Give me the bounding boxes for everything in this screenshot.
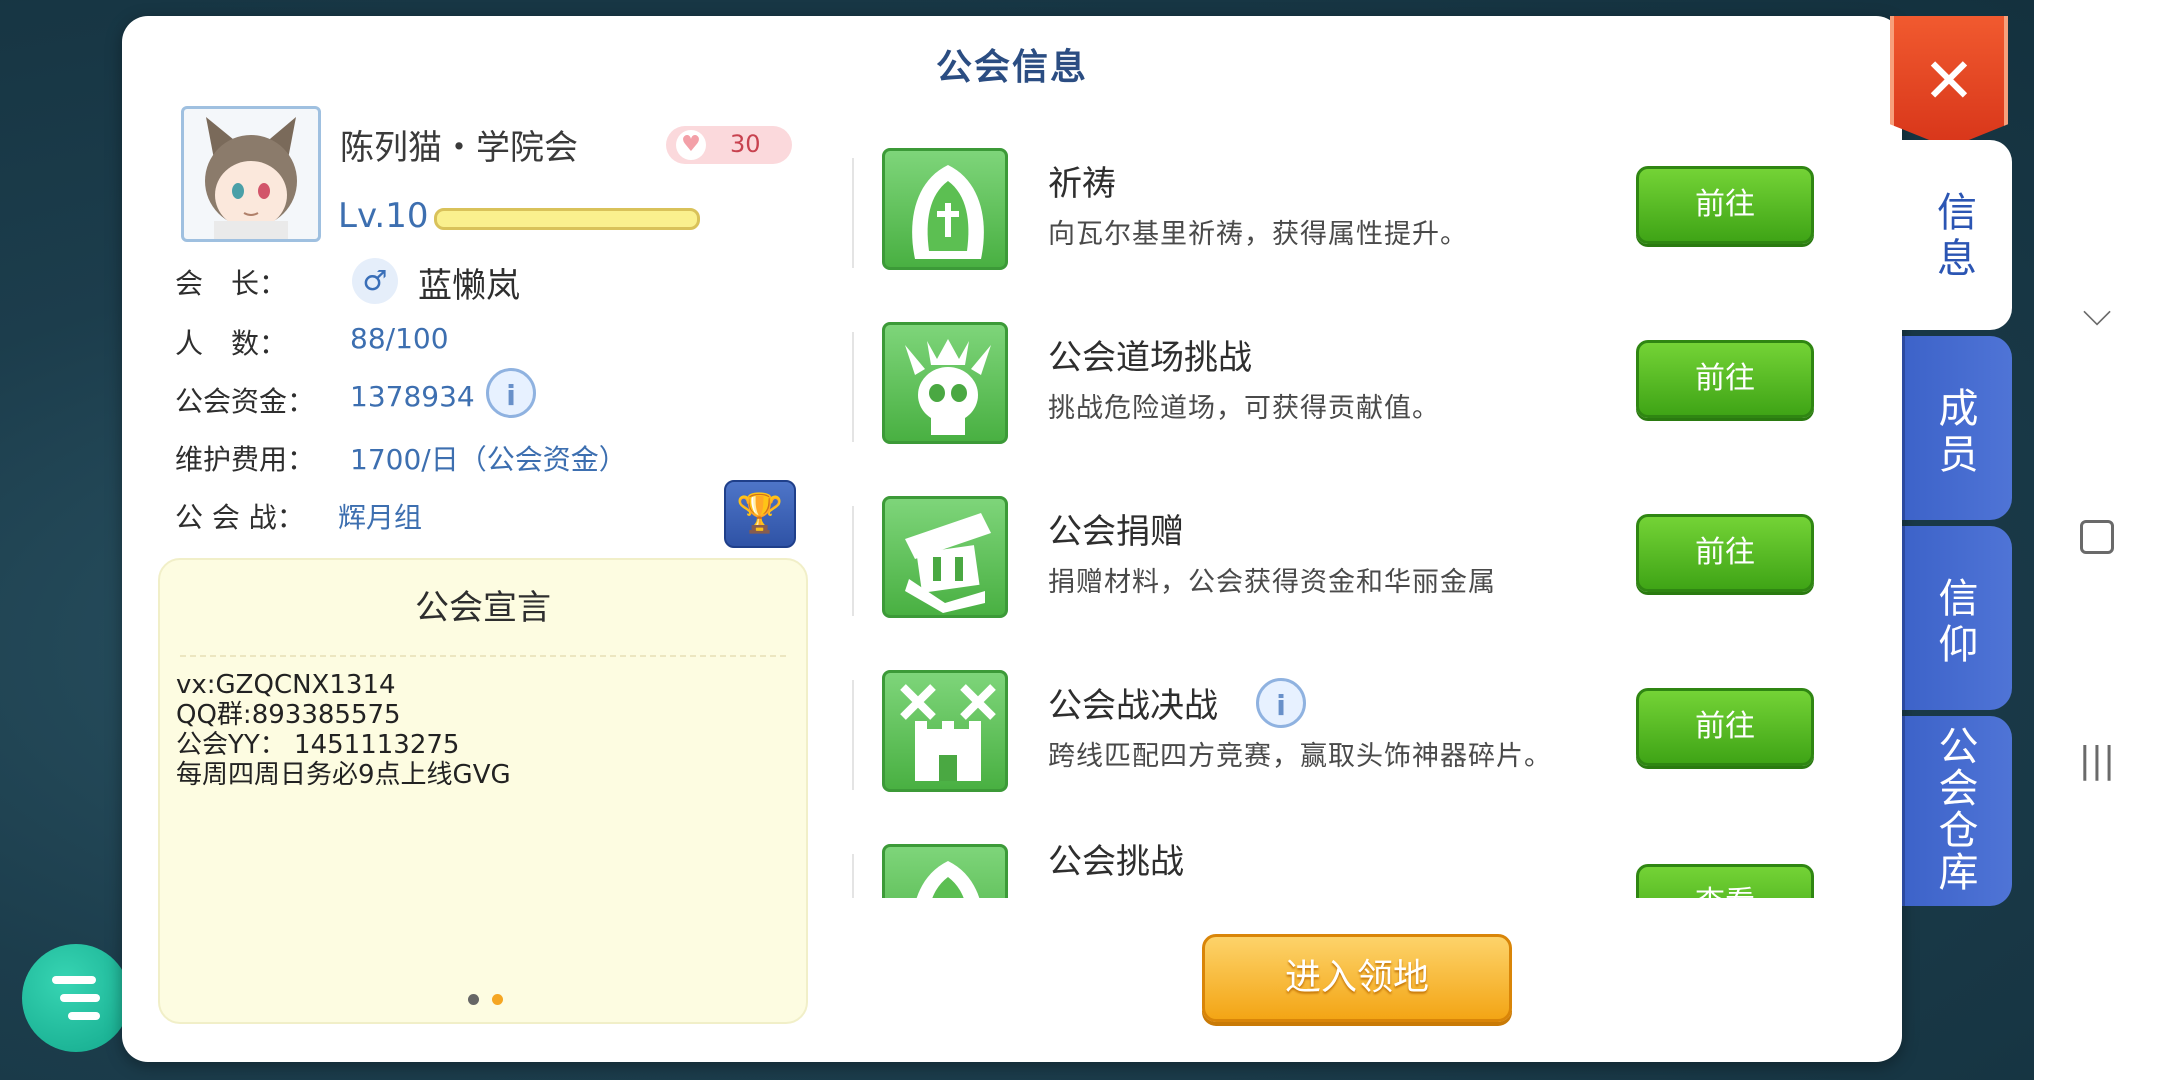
male-gender-icon: ♂ — [352, 258, 398, 304]
heart-count-badge: ♥ 30 — [666, 126, 792, 164]
upkeep-label: 维护费用： — [175, 443, 316, 476]
leader-name[interactable]: 蓝懒岚 — [418, 258, 520, 307]
row-divider — [852, 506, 854, 616]
upkeep-value: 1700/日（公会资金） — [350, 443, 627, 476]
activity-desc: 向瓦尔基里祈祷，获得属性提升。 — [1048, 219, 1468, 250]
menu-line-icon — [68, 1012, 100, 1020]
tab-faith[interactable]: 信仰 — [1902, 526, 2012, 710]
activity-list[interactable]: 祈祷 向瓦尔基里祈祷，获得属性提升。 前往 公会道场挑战 挑战危险道场，可获得贡… — [852, 130, 1862, 898]
members-label: 人 数： — [175, 327, 288, 360]
members-count: 88/100 — [350, 322, 449, 355]
guild-war-group: 辉月组 — [338, 501, 423, 534]
recent-apps-icon[interactable]: ||| — [2034, 740, 2160, 781]
manifesto-line: 每周四周日务必9点上线GVG — [176, 760, 511, 790]
list-item: 公会道场挑战 挑战危险道场，可获得贡献值。 前往 — [852, 304, 1862, 474]
manifesto-title: 公会宣言 — [415, 588, 551, 628]
prayer-icon — [882, 148, 1008, 270]
castle-battle-icon — [882, 670, 1008, 792]
tab-members[interactable]: 成员 — [1902, 336, 2012, 520]
go-button[interactable]: 前往 — [1636, 514, 1814, 592]
go-button[interactable]: 前往 — [1636, 166, 1814, 244]
activity-title: 公会战决战 — [1048, 686, 1218, 726]
heart-count: 30 — [730, 130, 761, 158]
tab-label: 成员 — [1938, 386, 1979, 478]
close-button[interactable]: ✕ — [1890, 16, 2008, 148]
page-dot[interactable] — [468, 994, 479, 1005]
tab-label: 公会仓库 — [1938, 724, 1979, 896]
menu-line-icon — [60, 994, 100, 1002]
go-button[interactable]: 前往 — [1636, 688, 1814, 766]
activity-desc: 跨线匹配四方竞赛，赢取头饰神器碎片。 — [1048, 741, 1552, 772]
funds-label: 公会资金： — [175, 385, 316, 418]
panel-title: 公会信息 — [935, 47, 1088, 88]
row-divider — [852, 158, 854, 268]
row-divider — [852, 680, 854, 790]
battle-info-icon[interactable]: i — [1256, 678, 1306, 728]
view-button[interactable]: 查看 — [1636, 864, 1814, 898]
activity-title: 公会捐赠 — [1048, 512, 1184, 552]
manifesto-line: 公会YY： 1451113275 — [176, 730, 460, 760]
tab-info[interactable]: 信息 — [1902, 140, 2012, 330]
donation-icon — [882, 496, 1008, 618]
funds-info-icon[interactable]: i — [486, 368, 536, 418]
guild-name: 陈列猫・学院会 — [340, 128, 578, 168]
chevron-down-icon[interactable]: ⌵ — [2034, 290, 2160, 335]
activity-title: 公会道场挑战 — [1048, 338, 1252, 378]
menu-line-icon — [52, 976, 96, 984]
leader-label: 会 长： — [175, 267, 288, 300]
home-square-icon[interactable] — [2034, 520, 2160, 554]
list-item: 公会挑战 查看 — [852, 826, 1862, 898]
heart-icon: ♥ — [676, 130, 706, 160]
list-item: 祈祷 向瓦尔基里祈祷，获得属性提升。 前往 — [852, 130, 1862, 300]
prayer-icon — [882, 844, 1008, 898]
list-item: 公会捐赠 捐赠材料，公会获得资金和华丽金属 前往 — [852, 478, 1862, 648]
activity-desc: 捐赠材料，公会获得资金和华丽金属 — [1048, 567, 1496, 598]
enter-territory-button[interactable]: 进入领地 — [1202, 934, 1512, 1022]
skull-icon — [882, 322, 1008, 444]
row-divider — [852, 854, 854, 898]
guild-manifesto-card: 公会宣言 vx:GZQCNX1314 QQ群:893385575 公会YY： 1… — [158, 558, 808, 1024]
tab-label: 信仰 — [1938, 576, 1979, 668]
level-progress-bar — [434, 208, 700, 230]
guild-war-label: 公 会 战： — [175, 501, 305, 534]
activity-desc: 挑战危险道场，可获得贡献值。 — [1048, 393, 1440, 424]
guild-avatar[interactable] — [181, 106, 321, 242]
list-item: 公会战决战 i 跨线匹配四方竞赛，赢取头饰神器碎片。 前往 — [852, 652, 1862, 822]
floating-menu-button[interactable] — [22, 944, 130, 1052]
tab-guild-warehouse[interactable]: 公会仓库 — [1902, 716, 2012, 906]
trophy-icon[interactable]: 🏆 — [724, 480, 796, 548]
go-button[interactable]: 前往 — [1636, 340, 1814, 418]
tab-label: 信息 — [1937, 190, 1977, 282]
funds-value: 1378934 — [350, 380, 475, 413]
manifesto-line: QQ群:893385575 — [176, 700, 401, 730]
cat-avatar-icon — [205, 117, 297, 239]
page-dot-active[interactable] — [492, 994, 503, 1005]
manifesto-divider — [180, 655, 786, 657]
row-divider — [852, 332, 854, 442]
system-navigation-bar: ⌵ ||| — [2034, 0, 2160, 1080]
activity-title: 祈祷 — [1048, 164, 1116, 204]
activity-title: 公会挑战 — [1048, 842, 1184, 882]
guild-level: Lv.10 — [338, 196, 429, 236]
manifesto-line: vx:GZQCNX1314 — [176, 670, 396, 700]
